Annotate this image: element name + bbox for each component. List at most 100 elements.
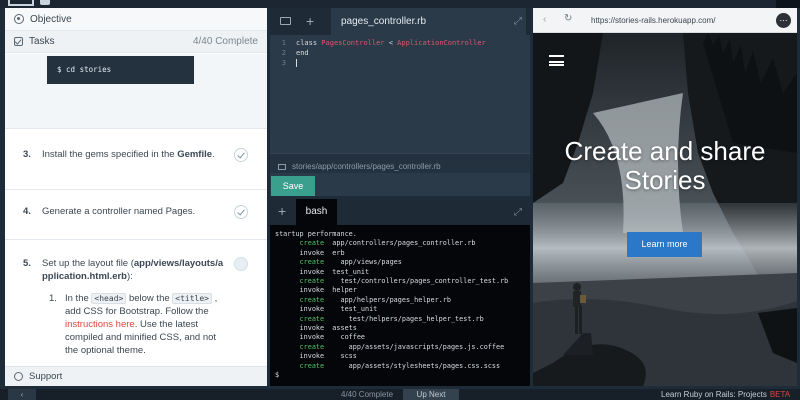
terminal-line: invoke erb (275, 249, 530, 258)
terminal-line: create app/helpers/pages_helper.rb (275, 296, 530, 305)
task-previous: $ cd stories (5, 54, 267, 129)
task-suffix: . (212, 149, 215, 160)
code-editor: + pages_controller.rb ⤢ 1 class PagesCon… (270, 8, 530, 196)
terminal-text: app/assets/javascripts/pages.js.coffee (324, 342, 505, 351)
instructions-link[interactable]: instructions here (65, 319, 135, 330)
code-line: 1 class PagesController < ApplicationCon… (270, 38, 530, 48)
task-number: 3. (23, 149, 31, 160)
task-suffix: ): (126, 271, 133, 282)
up-next-button[interactable]: Up Next (403, 389, 459, 400)
tab-bash[interactable]: bash (296, 199, 337, 225)
task-body: Set up the layout file (app/views/layout… (42, 257, 227, 283)
terminal-verb: create (275, 314, 325, 323)
hero-section: Create and share Stories Learn more (533, 33, 797, 386)
beta-badge: BETA (769, 390, 791, 399)
checkbox-icon (14, 37, 23, 46)
terminal-text: app/controllers/pages_controller.rb (324, 239, 476, 248)
task-text: Install the gems specified in the (42, 149, 175, 160)
save-button[interactable]: Save (271, 176, 315, 196)
hero-title-line-2: Stories (624, 165, 706, 195)
terminal-text: app/views/pages (324, 258, 402, 267)
folder-icon (278, 163, 286, 170)
terminal-verb: create (275, 258, 325, 267)
expand-icon[interactable]: ⤢ (514, 16, 522, 27)
hamburger-icon[interactable] (549, 55, 564, 66)
line-code (296, 58, 297, 68)
terminal-verb: create (275, 361, 325, 370)
support-footer[interactable]: Support (5, 366, 267, 386)
terminal[interactable]: + bash ⤢ startup performance. create app… (270, 199, 530, 386)
terminal-line: invoke test_unit (275, 268, 530, 277)
task-item-3[interactable]: 3. Install the gems specified in the Gem… (5, 129, 267, 190)
browser-preview: ‹ ↻ https://stories-rails.herokuapp.com/… (533, 8, 797, 386)
terminal-line: create app/assets/javascripts/pages.js.c… (275, 343, 530, 352)
check-icon[interactable] (234, 148, 248, 162)
task-item-4[interactable]: 4. Generate a controller named Pages. (5, 190, 267, 240)
code-op: < (384, 39, 398, 47)
terminal-text: app/helpers/pages_helper.rb (324, 295, 451, 304)
objective-label: Objective (30, 13, 72, 25)
folder-icon[interactable] (280, 17, 291, 25)
subtask-item: 1. In the <head> below the <title> , add… (42, 292, 227, 357)
back-icon[interactable]: ‹ (543, 14, 546, 25)
terminal-line: invoke coffee (275, 333, 530, 342)
task-bold: Gemfile (177, 149, 213, 160)
tasks-label: Tasks (29, 36, 55, 47)
terminal-text: startup performance. (275, 230, 357, 238)
terminal-line: invoke helper (275, 286, 530, 295)
line-code: class PagesController < ApplicationContr… (296, 38, 486, 48)
menu-dot-icon[interactable]: ⋯ (776, 13, 791, 28)
url-bar: ‹ ↻ https://stories-rails.herokuapp.com/… (533, 8, 797, 33)
terminal-line: create test/helpers/pages_helper_test.rb (275, 315, 530, 324)
file-path-bar: stories/app/controllers/pages_controller… (270, 153, 530, 173)
code-area[interactable]: 1 class PagesController < ApplicationCon… (270, 35, 530, 159)
terminal-line: invoke test_unit (275, 305, 530, 314)
terminal-text: invoke scss (275, 352, 357, 361)
top-corner (776, 0, 800, 8)
terminal-line: create app/views/pages (275, 258, 530, 267)
terminal-text: test/controllers/pages_controller_test.r… (324, 277, 509, 286)
line-number: 3 (281, 59, 286, 67)
course-title[interactable]: Learn Ruby on Rails: Projects BETA (661, 390, 790, 399)
line-number: 1 (281, 39, 286, 47)
subtask-text: below the (126, 293, 173, 304)
code-class: PagesController (321, 39, 385, 47)
check-icon[interactable] (234, 257, 248, 271)
terminal-output: startup performance. create app/controll… (270, 225, 530, 381)
terminal-verb: create (275, 239, 325, 248)
learn-more-button[interactable]: Learn more (627, 232, 702, 257)
task-item-5[interactable]: 5. Set up the layout file (app/views/lay… (5, 240, 267, 366)
tasks-count: 4/40 Complete (192, 36, 258, 47)
back-button[interactable]: ‹ (8, 389, 36, 400)
tab-pages-controller[interactable]: pages_controller.rb (331, 8, 526, 35)
course-name: Learn Ruby on Rails: Projects (661, 390, 767, 399)
top-strip (0, 0, 800, 8)
task-number: 4. (23, 206, 31, 217)
reload-icon[interactable]: ↻ (564, 13, 572, 24)
file-path: stories/app/controllers/pages_controller… (292, 162, 441, 171)
url-field[interactable]: https://stories-rails.herokuapp.com/ (587, 13, 777, 28)
objective-header[interactable]: Objective (5, 8, 267, 31)
check-icon[interactable] (234, 205, 248, 219)
subtask-text: In the (65, 293, 92, 304)
task-text: Set up the layout file ( (42, 258, 134, 269)
task-number: 5. (23, 258, 31, 269)
terminal-line: $ (275, 371, 530, 380)
progress-count: 4/40 Complete (341, 390, 394, 399)
tasks-header[interactable]: Tasks 4/40 Complete (5, 31, 267, 53)
code-line: 3 (270, 58, 530, 68)
terminal-verb: create (275, 342, 325, 351)
code-head: <head> (91, 293, 127, 304)
terminal-text: invoke test_unit (275, 267, 370, 276)
code-class: ApplicationController (397, 39, 486, 47)
hero-title: Create and share Stories (533, 137, 797, 195)
terminal-line: invoke assets (275, 324, 530, 333)
terminal-text: invoke test_unit (275, 305, 378, 314)
terminal-verb: create (275, 277, 325, 286)
terminal-line: create app/assets/stylesheets/pages.css.… (275, 362, 530, 371)
expand-icon[interactable]: ⤢ (514, 207, 522, 218)
plus-icon[interactable]: + (278, 204, 286, 218)
plus-icon[interactable]: + (306, 14, 314, 28)
hero-title-line-1: Create and share (564, 136, 766, 166)
task-list[interactable]: $ cd stories 3. Install the gems specifi… (5, 54, 267, 366)
